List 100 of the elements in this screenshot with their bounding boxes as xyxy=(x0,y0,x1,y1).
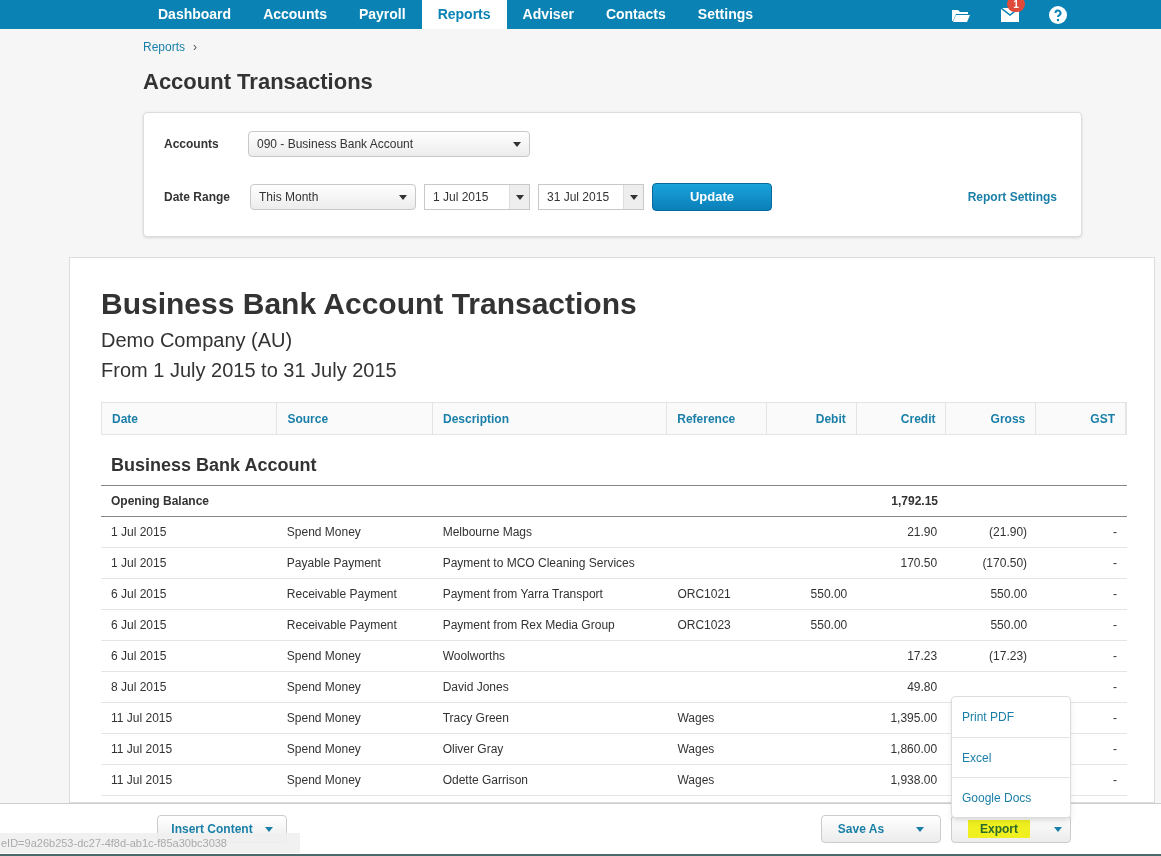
table-cell: - xyxy=(1113,556,1117,570)
table-cell: Spend Money xyxy=(286,742,361,756)
table-cell: David Jones xyxy=(442,680,509,694)
table-cell: Wages xyxy=(677,711,715,725)
table-cell-text: 1,792.15 xyxy=(890,493,939,510)
table-cell: - xyxy=(1113,649,1117,663)
caret-icon xyxy=(1054,826,1062,832)
caret-icon xyxy=(515,194,524,200)
column-header[interactable]: Source xyxy=(277,403,433,434)
table-cell: ORC1021 xyxy=(677,587,731,601)
table-cell: Woolworths xyxy=(442,649,506,663)
table-cell: 1,395.00 xyxy=(890,711,938,725)
caret-icon xyxy=(399,194,407,200)
nav-tab[interactable]: Reports xyxy=(421,0,507,29)
nav-tab[interactable]: Payroll xyxy=(342,0,422,29)
table-cell: 49.80 xyxy=(907,680,938,694)
table-cell: - xyxy=(1113,587,1117,601)
save-as-button[interactable]: Save As xyxy=(821,815,941,843)
table-cell: Oliver Gray xyxy=(442,742,504,756)
table-cell: (21.90) xyxy=(989,525,1028,539)
report-period: From 1 July 2015 to 31 July 2015 xyxy=(101,358,398,383)
table-cell: Receivable Payment xyxy=(286,618,397,632)
column-header[interactable]: Credit xyxy=(856,403,947,434)
field-label: Date Range xyxy=(164,189,232,206)
menu-item[interactable]: Excel xyxy=(952,737,1070,777)
table-cell: 6 Jul 2015 xyxy=(111,649,167,663)
column-header[interactable]: Date xyxy=(102,403,278,434)
table-cell: Receivable Payment xyxy=(286,587,397,601)
table-cell: - xyxy=(1113,773,1117,787)
column-header[interactable]: GST xyxy=(1036,403,1126,434)
table-cell: 11 Jul 2015 xyxy=(111,711,173,725)
status-tooltip: eID=9a26b253-dc27-4f8d-ab1c-f85a30bc3038 xyxy=(0,833,300,853)
section-heading: Business Bank Account xyxy=(101,435,1127,486)
table-cell: 550.00 xyxy=(810,618,848,632)
table-cell: 11 Jul 2015 xyxy=(111,773,173,787)
nav-tab[interactable]: Dashboard xyxy=(142,0,248,29)
table-cell: - xyxy=(1113,711,1117,725)
caret-icon xyxy=(629,194,638,200)
table-cell: - xyxy=(1113,742,1117,756)
nav-tab[interactable]: Contacts xyxy=(589,0,682,29)
table-cell: - xyxy=(1113,618,1117,632)
table-cell: 1 Jul 2015 xyxy=(111,556,167,570)
nav-tab[interactable]: Adviser xyxy=(506,0,590,29)
table-cell: Melbourne Mags xyxy=(442,525,533,539)
table-cell: (170.50) xyxy=(982,556,1028,570)
breadcrumb-separator: › xyxy=(193,39,198,56)
account-select[interactable]: 090 - Business Bank Account xyxy=(248,131,530,157)
nav-tab[interactable]: Settings xyxy=(681,0,770,29)
table-cell: 8 Jul 2015 xyxy=(111,680,167,694)
table-cell: - xyxy=(1113,680,1117,694)
help-icon[interactable] xyxy=(1049,5,1067,24)
table-cell: 21.90 xyxy=(907,525,938,539)
date-field[interactable]: 31 Jul 2015 xyxy=(538,184,644,210)
page-title: Account Transactions xyxy=(142,68,374,96)
report-title: Business Bank Account Transactions xyxy=(101,286,638,322)
table-cell: 1,860.00 xyxy=(890,742,938,756)
table-cell: 17.23 xyxy=(907,649,938,663)
table-cell: 6 Jul 2015 xyxy=(111,618,167,632)
table-cell: 6 Jul 2015 xyxy=(111,587,167,601)
date-range-select[interactable]: This Month xyxy=(250,184,416,210)
table-cell: Spend Money xyxy=(286,773,361,787)
date-field[interactable]: 1 Jul 2015 xyxy=(424,184,530,210)
table-cell: ORC1023 xyxy=(677,618,731,632)
breadcrumb-link[interactable]: Reports xyxy=(143,38,186,56)
table-cell: 550.00 xyxy=(990,587,1028,601)
table-cell: - xyxy=(1113,525,1117,539)
table-cell: Payable Payment xyxy=(286,556,381,570)
column-header[interactable]: Gross xyxy=(946,403,1037,434)
update-button[interactable]: Update xyxy=(652,183,772,211)
table-cell: Payment from Rex Media Group xyxy=(442,618,615,632)
table-cell: Spend Money xyxy=(286,525,361,539)
table-cell: Payment to MCO Cleaning Services xyxy=(442,556,635,570)
notification-badge: 1 xyxy=(1007,0,1025,12)
table-cell: Payment from Yarra Transport xyxy=(442,587,603,601)
table-cell: Wages xyxy=(677,773,715,787)
field-label: Accounts xyxy=(164,136,220,153)
table-cell: 170.50 xyxy=(900,556,938,570)
menu-item[interactable]: Print PDF xyxy=(952,697,1070,737)
menu-item[interactable]: Google Docs xyxy=(952,777,1070,817)
table-cell: 550.00 xyxy=(810,587,848,601)
column-header[interactable]: Description xyxy=(433,403,668,434)
company-name: Demo Company (AU) xyxy=(101,328,294,353)
table-cell: (17.23) xyxy=(989,649,1028,663)
table-cell: Tracy Green xyxy=(442,711,509,725)
caret-icon xyxy=(513,141,521,147)
table-cell: 550.00 xyxy=(990,618,1028,632)
table-cell: Wages xyxy=(677,742,715,756)
column-header[interactable]: Debit xyxy=(766,403,857,434)
column-header[interactable]: Reference xyxy=(667,403,767,434)
table-cell-text: Opening Balance xyxy=(110,493,211,510)
table-cell: 1 Jul 2015 xyxy=(111,525,167,539)
caret-icon xyxy=(916,826,925,832)
table-cell: Spend Money xyxy=(286,711,361,725)
table-cell: Spend Money xyxy=(286,680,361,694)
table-cell: Odette Garrison xyxy=(442,773,529,787)
table-cell: Spend Money xyxy=(286,649,361,663)
report-settings-link[interactable]: Report Settings xyxy=(967,188,1057,206)
table-cell: 1,938.00 xyxy=(890,773,938,787)
table-cell: 11 Jul 2015 xyxy=(111,742,173,756)
nav-tab[interactable]: Accounts xyxy=(247,0,343,29)
